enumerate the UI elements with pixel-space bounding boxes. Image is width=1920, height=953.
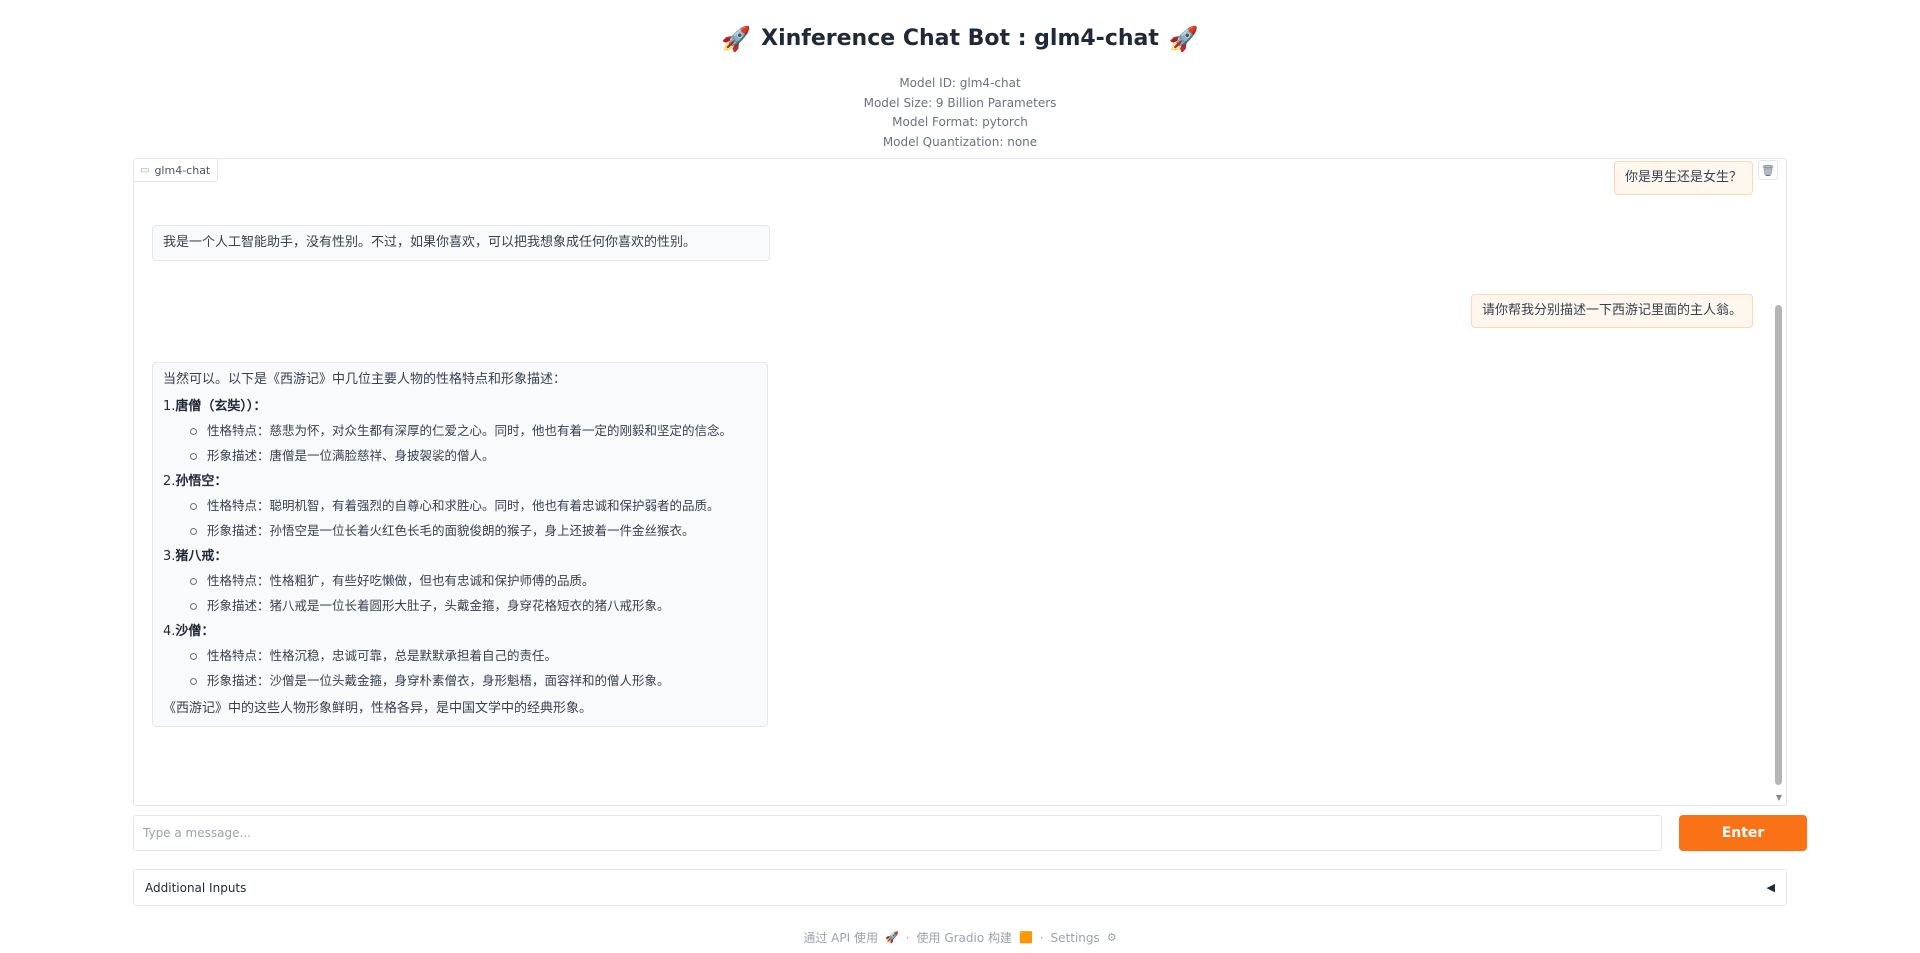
separator: ·	[1039, 930, 1044, 945]
message-text: 我是一个人工智能助手，没有性别。不过，如果你喜欢，可以把我想象成任何你喜欢的性别…	[163, 235, 697, 250]
chat-app: 🚀 Xinference Chat Bot : glm4-chat 🚀 Mode…	[0, 0, 1920, 953]
built-with-gradio-link[interactable]: 使用 Gradio 构建	[917, 929, 1013, 946]
bot-outro: 《西游记》中的这些人物形象鲜明，性格各异，是中国文学中的经典形象。	[163, 701, 593, 716]
gradio-logo-icon: 🟧	[1019, 931, 1033, 944]
bot-intro: 当然可以。以下是《西游记》中几位主要人物的性格特点和形象描述：	[163, 372, 567, 387]
footer: 通过 API 使用 🚀 · 使用 Gradio 构建 🟧 · Settings …	[0, 929, 1920, 946]
rocket-icon: 🚀	[1168, 24, 1199, 53]
use-via-api-link[interactable]: 通过 API 使用	[803, 929, 878, 946]
character-details: 性格特点：性格粗犷，有些好吃懒做，但也有忠诚和保护师傅的品质。 形象描述：猪八戒…	[163, 571, 757, 616]
scroll-down-arrow-icon[interactable]: ▼	[1776, 793, 1782, 802]
character-name: 2.孙悟空：	[163, 474, 228, 489]
character-list: 1.唐僧（玄奘））： 性格特点：慈悲为怀，对众生都有深厚的仁爱之心。同时，他也有…	[163, 397, 757, 691]
page-title-text: Xinference Chat Bot : glm4-chat	[761, 26, 1159, 51]
message-text: 你是男生还是女生？	[1624, 170, 1742, 185]
model-format: Model Format: pytorch	[892, 115, 1028, 129]
list-item: 3.猪八戒： 性格特点：性格粗犷，有些好吃懒做，但也有忠诚和保护师傅的品质。 形…	[163, 547, 757, 616]
character-details: 性格特点：慈悲为怀，对众生都有深厚的仁爱之心。同时，他也有着一定的刚毅和坚定的信…	[163, 421, 757, 466]
message-text: 请你帮我分别描述一下西游记里面的主人翁。	[1481, 303, 1742, 318]
model-info: Model ID: glm4-chat Model Size: 9 Billio…	[0, 74, 1920, 152]
accordion-label: Additional Inputs	[145, 880, 247, 895]
character-looks: 形象描述：孙悟空是一位长着火红色长毛的面貌俊朗的猴子，身上还披着一件金丝猴衣。	[190, 521, 757, 541]
character-looks: 形象描述：猪八戒是一位长着圆形大肚子，头戴金箍，身穿花格短衣的猪八戒形象。	[190, 596, 757, 616]
character-traits: 性格特点：性格粗犷，有些好吃懒做，但也有忠诚和保护师傅的品质。	[190, 571, 757, 591]
message-input[interactable]	[143, 826, 1652, 840]
clear-chat-button[interactable]: 🗑	[1758, 160, 1778, 180]
list-item: 2.孙悟空： 性格特点：聪明机智，有着强烈的自尊心和求胜心。同时，他也有着忠诚和…	[163, 472, 757, 541]
rocket-icon: 🚀	[884, 931, 899, 944]
model-size: Model Size: 9 Billion Parameters	[863, 95, 1057, 110]
chatbot-label: ▭ glm4-chat	[134, 159, 219, 182]
model-id: Model ID: glm4-chat	[899, 76, 1021, 90]
chat-bubble-icon: ▭	[140, 164, 150, 176]
character-looks: 形象描述：唐僧是一位满脸慈祥、身披袈裟的僧人。	[190, 446, 757, 466]
enter-button[interactable]: Enter	[1679, 815, 1807, 851]
list-item: 1.唐僧（玄奘））： 性格特点：慈悲为怀，对众生都有深厚的仁爱之心。同时，他也有…	[163, 397, 757, 466]
bot-message: 当然可以。以下是《西游记》中几位主要人物的性格特点和形象描述： 1.唐僧（玄奘）…	[152, 362, 768, 727]
character-traits: 性格特点：聪明机智，有着强烈的自尊心和求胜心。同时，他也有着忠诚和保护弱者的品质…	[190, 496, 757, 516]
character-details: 性格特点：聪明机智，有着强烈的自尊心和求胜心。同时，他也有着忠诚和保护弱者的品质…	[163, 496, 757, 541]
chat-scrollbar[interactable]	[1775, 305, 1782, 785]
caret-left-icon: ◀	[1766, 881, 1775, 894]
list-item: 4.沙僧： 性格特点：性格沉稳，忠诚可靠，总是默默承担着自己的责任。 形象描述：…	[163, 622, 757, 691]
character-name: 1.唐僧（玄奘））：	[163, 399, 267, 414]
additional-inputs-accordion[interactable]: Additional Inputs ◀	[133, 869, 1787, 906]
character-name: 3.猪八戒：	[163, 549, 228, 564]
gear-icon[interactable]: ⚙	[1107, 931, 1117, 944]
character-traits: 性格特点：性格沉稳，忠诚可靠，总是默默承担着自己的责任。	[190, 646, 757, 666]
bot-message: 我是一个人工智能助手，没有性别。不过，如果你喜欢，可以把我想象成任何你喜欢的性别…	[152, 225, 770, 261]
page-title: 🚀 Xinference Chat Bot : glm4-chat 🚀	[0, 26, 1920, 51]
user-message: 你是男生还是女生？	[1613, 161, 1753, 195]
rocket-icon: 🚀	[721, 24, 752, 53]
chatbot-panel[interactable]: ▭ glm4-chat 你是男生还是女生？ 我是一个人工智能助手，没有性别。不过…	[133, 158, 1787, 806]
message-input-container[interactable]	[133, 815, 1662, 851]
separator: ·	[905, 930, 910, 945]
settings-link[interactable]: Settings	[1051, 931, 1100, 945]
trash-icon: 🗑	[1761, 164, 1775, 177]
character-traits: 性格特点：慈悲为怀，对众生都有深厚的仁爱之心。同时，他也有着一定的刚毅和坚定的信…	[190, 421, 757, 441]
model-quantization: Model Quantization: none	[882, 134, 1038, 149]
character-name: 4.沙僧：	[163, 624, 215, 639]
user-message: 请你帮我分别描述一下西游记里面的主人翁。	[1470, 294, 1753, 328]
chatbot-label-text: glm4-chat	[154, 163, 211, 177]
character-details: 性格特点：性格沉稳，忠诚可靠，总是默默承担着自己的责任。 形象描述：沙僧是一位头…	[163, 646, 757, 691]
character-looks: 形象描述：沙僧是一位头戴金箍，身穿朴素僧衣，身形魁梧，面容祥和的僧人形象。	[190, 671, 757, 691]
